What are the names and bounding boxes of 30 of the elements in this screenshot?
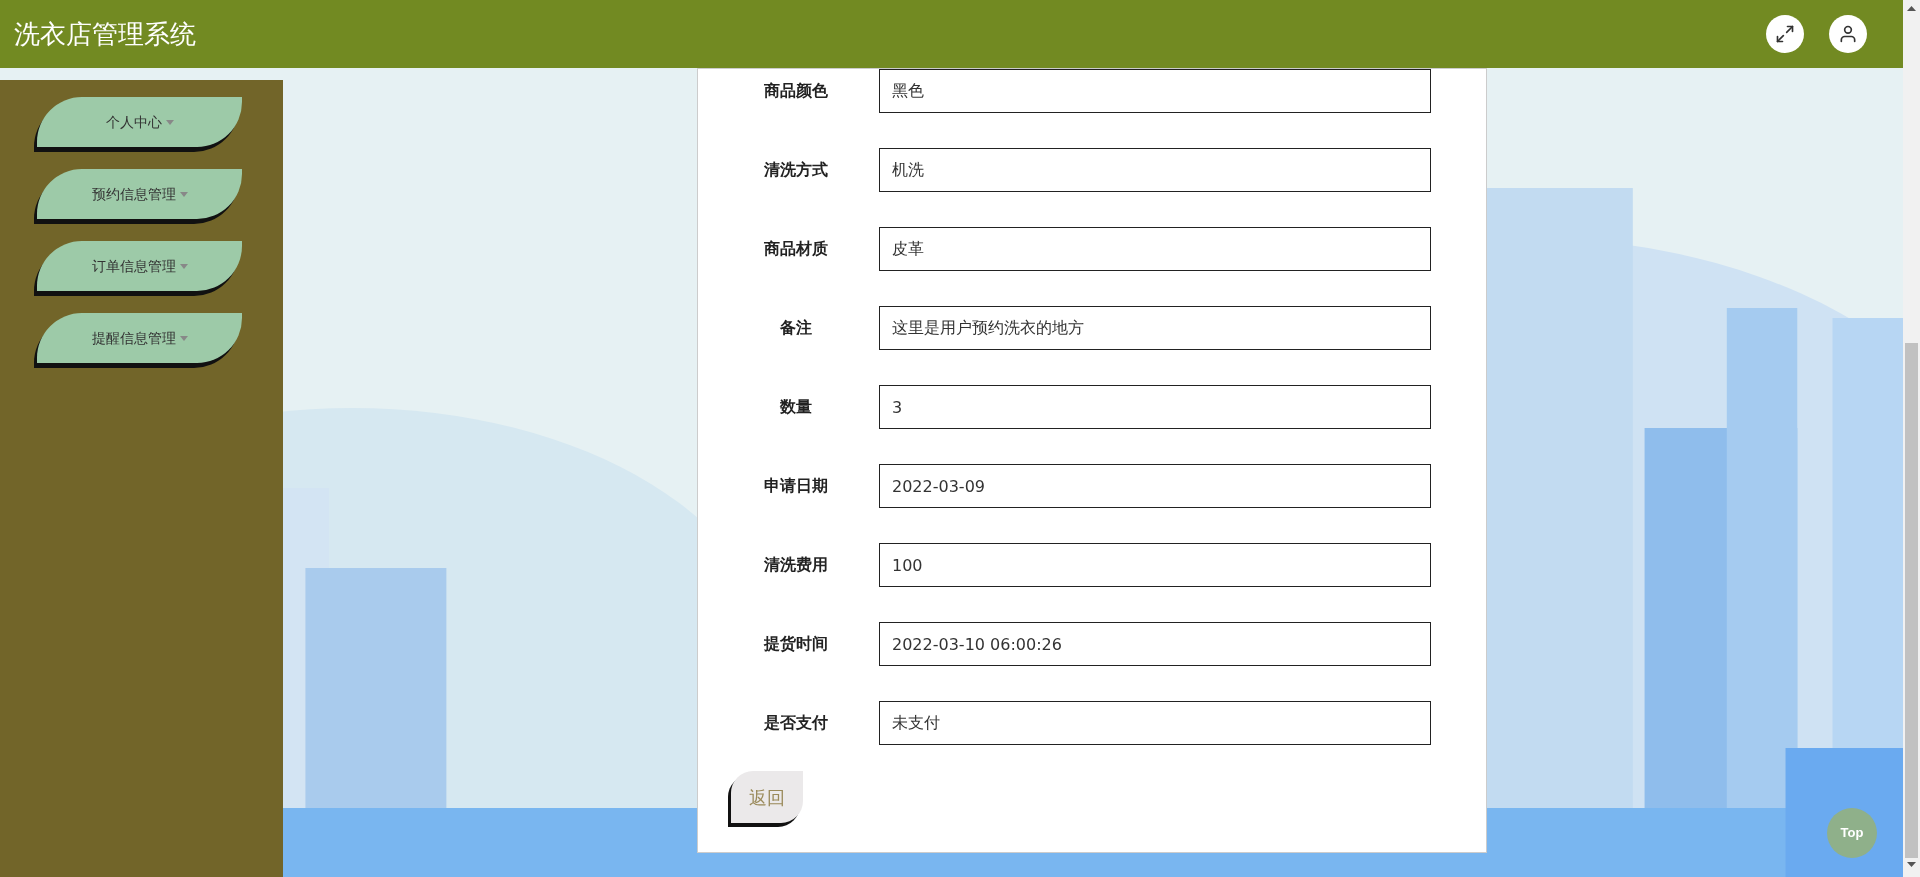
scroll-up-icon[interactable] (1907, 6, 1916, 11)
text-field[interactable]: 3 (879, 385, 1431, 429)
text-field[interactable]: 这里是用户预约洗衣的地方 (879, 306, 1431, 350)
caret-icon (165, 119, 174, 125)
text-field[interactable]: 未支付 (879, 701, 1431, 745)
scroll-down-icon[interactable] (1907, 862, 1916, 867)
text-field[interactable]: 2022-03-09 (879, 464, 1431, 508)
expand-arrows-icon (1775, 24, 1795, 44)
field-label: 是否支付 (763, 712, 829, 734)
app-title: 洗衣店管理系统 (14, 17, 196, 51)
caret-icon (179, 263, 188, 269)
field-label: 清洗费用 (763, 554, 829, 576)
text-field[interactable]: 2022-03-10 06:00:26 (879, 622, 1431, 666)
text-field[interactable]: 黑色 (879, 69, 1431, 113)
field-label: 商品材质 (763, 238, 829, 260)
field-label: 数量 (779, 396, 813, 418)
caret-icon (179, 335, 188, 341)
text-field[interactable]: 机洗 (879, 148, 1431, 192)
field-label: 提货时间 (762, 633, 829, 655)
field-label: 备注 (779, 317, 813, 339)
text-field[interactable]: 皮革 (879, 227, 1431, 271)
caret-icon (179, 191, 188, 197)
fullscreen-button[interactable] (1766, 15, 1804, 53)
text-field[interactable]: 100 (879, 543, 1431, 587)
user-button[interactable] (1829, 15, 1867, 53)
field-label: 申请日期 (763, 475, 829, 497)
scrollbar-thumb[interactable] (1905, 343, 1918, 858)
field-label: 清洗方式 (763, 159, 829, 181)
user-icon (1838, 24, 1858, 44)
field-label: 商品颜色 (763, 80, 829, 102)
